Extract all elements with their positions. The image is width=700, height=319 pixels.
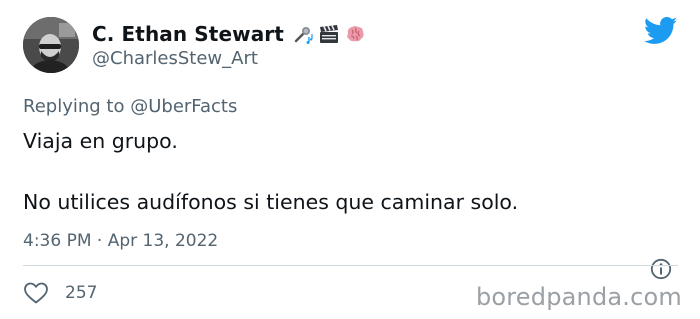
avatar-photo: [23, 17, 79, 73]
microphone-music-icon: [294, 27, 313, 44]
author-emojis: [292, 23, 366, 45]
twitter-bird-icon[interactable]: [644, 17, 678, 45]
info-icon[interactable]: [650, 258, 672, 280]
tweet-timestamp[interactable]: 4:36 PM · Apr 13, 2022: [23, 231, 218, 251]
replying-to: Replying to @UberFacts: [23, 96, 237, 117]
replying-prefix: Replying to: [23, 96, 125, 117]
clapper-board-icon: [319, 25, 338, 43]
watermark: boredpanda.com: [475, 283, 682, 311]
heart-icon[interactable]: [23, 281, 49, 305]
reply-mention-link[interactable]: @UberFacts: [130, 96, 237, 117]
brain-icon: [347, 26, 364, 42]
tweet-text-line-1: Viaja en grupo.: [23, 129, 178, 153]
author-display-name[interactable]: C. Ethan Stewart: [92, 22, 284, 46]
tweet-text-line-2: No utilices audífonos si tienes que cami…: [23, 190, 519, 214]
divider: [23, 265, 678, 266]
avatar[interactable]: [23, 17, 79, 73]
author-handle[interactable]: @CharlesStew_Art: [92, 48, 258, 69]
like-group[interactable]: 257: [23, 281, 97, 305]
author-name-row: C. Ethan Stewart: [92, 22, 366, 46]
like-count: 257: [65, 283, 98, 303]
